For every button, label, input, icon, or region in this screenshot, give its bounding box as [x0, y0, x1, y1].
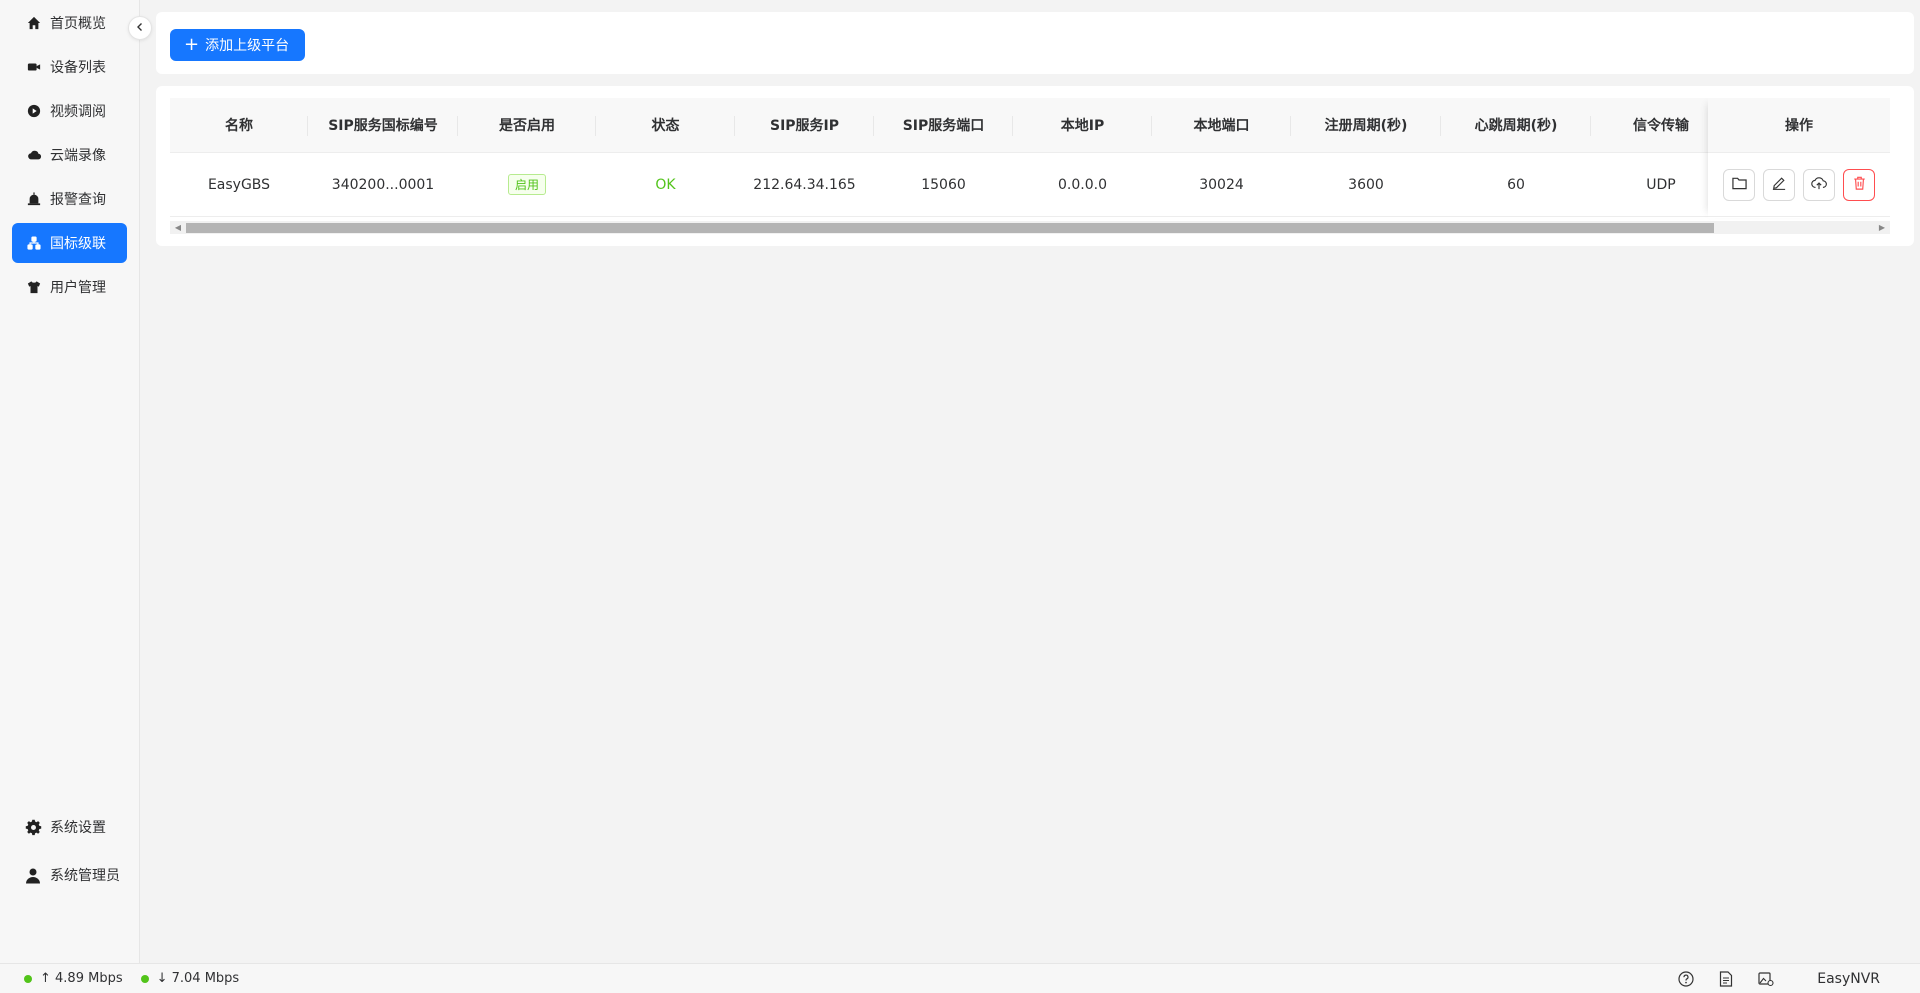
cell-heartbeat-period: 60	[1507, 176, 1525, 193]
table-row: EasyGBS 340200...0001 启用 OK 212.64.34.16…	[170, 153, 1890, 217]
sidebar-bottom: 系统设置 系统管理员	[0, 807, 140, 903]
column-header: 状态	[596, 98, 735, 152]
system-settings-item[interactable]: 系统设置	[0, 807, 140, 847]
status-right: EasyNVR	[1677, 964, 1880, 993]
download-speed: ↓ 7.04 Mbps	[140, 971, 240, 986]
cloud-upload-icon	[1811, 176, 1827, 194]
system-admin-item[interactable]: 系统管理员	[0, 855, 140, 895]
ops-header: 操作	[1708, 98, 1890, 153]
column-header: 注册周期(秒)	[1291, 98, 1441, 152]
scroll-left-icon[interactable]: ◀	[172, 221, 184, 234]
status-bar: ↑ 4.89 Mbps ↓ 7.04 Mbps EasyNVR	[0, 963, 1920, 993]
system-settings-label: 系统设置	[50, 820, 106, 836]
table-card: 名称 SIP服务国标编号 是否启用 状态 SIP服务IP SIP服务端口 本地I…	[156, 86, 1914, 246]
sidebar-item-users[interactable]: 用户管理	[12, 267, 127, 307]
scroll-right-icon[interactable]: ▶	[1876, 221, 1888, 234]
delete-button[interactable]	[1843, 168, 1875, 201]
column-header: SIP服务端口	[874, 98, 1013, 152]
column-header: 名称	[170, 98, 308, 152]
document-icon[interactable]	[1717, 970, 1735, 988]
brand-name: EasyNVR	[1817, 971, 1880, 987]
toolbar-card: + 添加上级平台	[156, 12, 1914, 74]
column-header: 心跳周期(秒)	[1441, 98, 1591, 152]
user-icon	[24, 866, 42, 884]
column-header: 是否启用	[458, 98, 596, 152]
sidebar-item-label: 用户管理	[50, 280, 106, 296]
ops-cell	[1708, 153, 1890, 217]
shirt-icon	[26, 279, 42, 295]
online-dot-icon	[140, 974, 149, 983]
cell-sip-id: 340200...0001	[331, 176, 435, 193]
sidebar-item-cascade[interactable]: 国标级联	[12, 223, 127, 263]
horizontal-scrollbar[interactable]: ◀ ▶	[170, 221, 1890, 234]
cloud-icon	[26, 147, 42, 163]
enabled-tag: 启用	[507, 174, 546, 195]
cell-register-period: 3600	[1348, 176, 1384, 193]
edit-button[interactable]	[1763, 168, 1795, 201]
column-header: SIP服务IP	[735, 98, 874, 152]
cascade-table: 名称 SIP服务国标编号 是否启用 状态 SIP服务IP SIP服务端口 本地I…	[170, 98, 1890, 234]
sidebar-item-cloud-recording[interactable]: 云端录像	[12, 135, 127, 175]
cell-status: OK	[655, 176, 676, 193]
gear-icon	[24, 818, 42, 836]
camera-icon	[26, 59, 42, 75]
upload-speed-text: ↑ 4.89 Mbps	[40, 971, 123, 986]
cell-name: EasyGBS	[207, 176, 271, 193]
column-header: 本地端口	[1152, 98, 1291, 152]
alarm-icon	[26, 191, 42, 207]
folder-icon	[1731, 176, 1747, 194]
cell-local-ip: 0.0.0.0	[1058, 176, 1107, 193]
cell-sip-ip: 212.64.34.165	[753, 176, 856, 193]
upload-speed: ↑ 4.89 Mbps	[24, 971, 123, 986]
add-upper-platform-button[interactable]: + 添加上级平台	[170, 29, 306, 61]
sidebar-item-label: 设备列表	[50, 60, 106, 76]
main-content: + 添加上级平台 名称 SIP服务国标编号 是否启用 状态 SIP服务IP SI…	[140, 0, 1920, 963]
plus-icon: +	[184, 34, 200, 55]
sidebar-nav: 首页概览 设备列表 视频调阅 云端录像 报警查询 国标级联 用户管理	[0, 0, 139, 307]
sidebar-item-label: 视频调阅	[50, 104, 106, 120]
column-header: SIP服务国标编号	[308, 98, 458, 152]
sidebar-item-home[interactable]: 首页概览	[12, 3, 127, 43]
sidebar: 首页概览 设备列表 视频调阅 云端录像 报警查询 国标级联 用户管理 系统设置 …	[0, 0, 140, 963]
download-speed-text: ↓ 7.04 Mbps	[156, 971, 240, 986]
home-icon	[26, 15, 42, 31]
online-dot-icon	[24, 974, 32, 983]
sidebar-item-label: 国标级联	[50, 236, 106, 252]
sidebar-item-devices[interactable]: 设备列表	[12, 47, 127, 87]
column-header: 本地IP	[1013, 98, 1152, 152]
system-admin-label: 系统管理员	[50, 868, 120, 884]
chevron-left-icon	[135, 20, 145, 36]
cell-local-port: 30024	[1199, 176, 1244, 193]
sidebar-item-label: 报警查询	[50, 192, 106, 208]
help-icon[interactable]	[1677, 970, 1695, 988]
edit-icon	[1772, 176, 1786, 194]
play-circle-icon	[26, 103, 42, 119]
image-settings-icon[interactable]	[1757, 970, 1775, 988]
cell-sip-port: 15060	[921, 176, 966, 193]
view-channels-button[interactable]	[1723, 168, 1755, 201]
upload-button[interactable]	[1803, 168, 1835, 201]
trash-icon	[1853, 176, 1866, 194]
table-header: 名称 SIP服务国标编号 是否启用 状态 SIP服务IP SIP服务端口 本地I…	[170, 98, 1890, 153]
cell-enabled: 启用	[458, 153, 596, 216]
sidebar-item-label: 云端录像	[50, 148, 106, 164]
cascade-icon	[26, 235, 42, 251]
scrollbar-thumb[interactable]	[186, 223, 1714, 233]
sidebar-item-label: 首页概览	[50, 16, 106, 32]
sidebar-collapse-button[interactable]	[128, 16, 152, 40]
operations-column: 操作	[1708, 98, 1890, 218]
add-button-label: 添加上级平台	[205, 38, 290, 54]
sidebar-item-alarm[interactable]: 报警查询	[12, 179, 127, 219]
sidebar-item-video[interactable]: 视频调阅	[12, 91, 127, 131]
